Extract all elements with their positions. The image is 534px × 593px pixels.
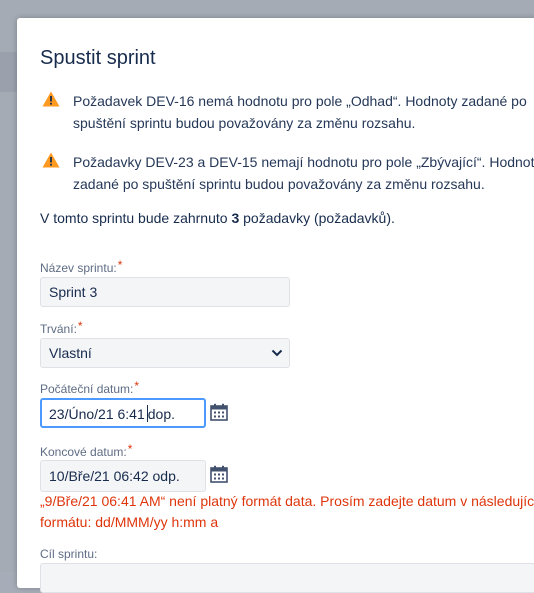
start-sprint-dialog: Spustit sprint Požadavek DEV-16 nemá hod… [17, 18, 534, 593]
calendar-icon[interactable] [210, 465, 228, 483]
sprint-name-label-text: Název sprintu: [40, 261, 117, 275]
info-suffix: požadavky (požadavků). [239, 210, 395, 226]
warning-text: Požadavek DEV-16 nemá hodnotu pro pole „… [73, 93, 527, 131]
duration-label-text: Trvání: [40, 322, 77, 336]
sprint-name-label: Název sprintu:* [40, 258, 123, 275]
date-format-error: „9/Bře/21 06:41 AM“ není platný formát d… [40, 493, 534, 530]
start-date-value: 23/Úno/21 6:41 [49, 406, 145, 422]
calendar-icon[interactable] [210, 403, 228, 421]
sprint-goal-input[interactable] [40, 563, 534, 593]
start-date-label-text: Počáteční datum: [40, 382, 134, 396]
end-date-input[interactable]: 10/Bře/21 06:42 odp. [40, 460, 206, 492]
start-date-value-suffix: dop. [147, 406, 175, 422]
sprint-goal-label-text: Cíl sprintu: [40, 547, 98, 561]
sprint-goal-label: Cíl sprintu: [40, 547, 97, 561]
end-date-label-text: Koncové datum: [40, 445, 127, 459]
required-marker: * [77, 319, 83, 333]
sprint-name-value: Sprint 3 [49, 284, 98, 300]
warning-icon [42, 91, 60, 107]
warning-icon [42, 152, 60, 168]
start-date-label: Počáteční datum:* [40, 379, 140, 396]
required-marker: * [134, 379, 140, 393]
required-marker: * [127, 442, 133, 456]
duration-label: Trvání:* [40, 319, 83, 336]
info-prefix: V tomto sprintu bude zahrnuto [40, 210, 232, 226]
duration-select[interactable]: Vlastní [40, 338, 290, 368]
warning-text: Požadavky DEV-23 a DEV-15 nemají hodnotu… [73, 154, 534, 192]
duration-value: Vlastní [49, 345, 92, 361]
chevron-down-icon [271, 349, 283, 357]
dialog-title: Spustit sprint [40, 47, 156, 69]
required-marker: * [117, 258, 123, 272]
issue-count-info: V tomto sprintu bude zahrnuto 3 požadavk… [40, 210, 395, 226]
sprint-name-input[interactable]: Sprint 3 [40, 277, 290, 307]
start-date-input[interactable]: 23/Úno/21 6:41 dop. [40, 398, 206, 428]
end-date-label: Koncové datum:* [40, 442, 133, 459]
end-date-value: 10/Bře/21 06:42 odp. [49, 468, 180, 484]
